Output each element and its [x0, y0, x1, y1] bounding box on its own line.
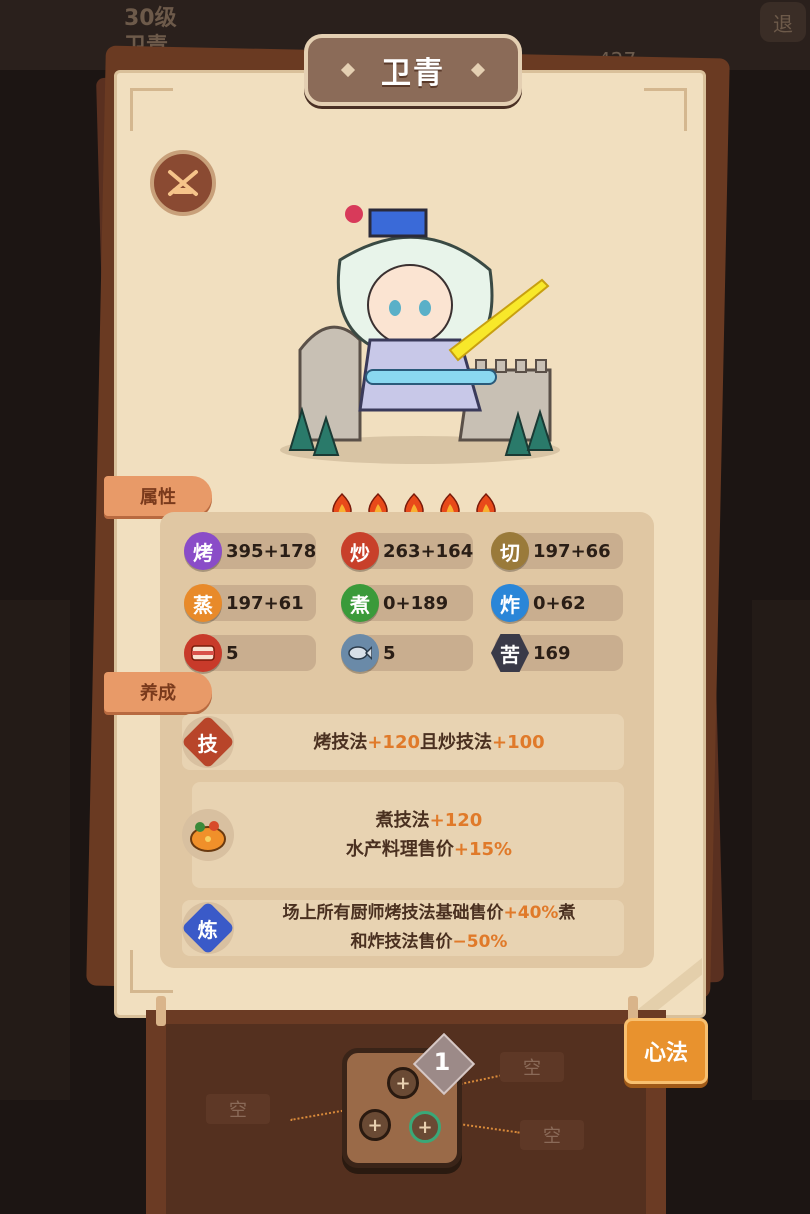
- skill-row: 技 烤技法+120且炒技法+100: [181, 714, 624, 770]
- fish-icon-shape: [348, 645, 372, 661]
- refine-icon: 炼: [181, 901, 235, 955]
- plaque-ornament: [470, 62, 486, 78]
- skill-icon: 技: [181, 715, 235, 769]
- plus-icon[interactable]: +: [387, 1067, 419, 1099]
- stat-value: 0+189: [383, 592, 449, 614]
- stat-value: 0+62: [533, 592, 586, 614]
- item-row: 煮技法+120 水产料理售价+15%: [182, 782, 624, 888]
- item-description: 煮技法+120 水产料理售价+15%: [345, 810, 513, 860]
- page-pin: [156, 996, 166, 1026]
- tab-development: 养成: [104, 672, 212, 712]
- stat-fry: 炸 0+62: [491, 584, 623, 622]
- empty-slot[interactable]: 空: [206, 1094, 270, 1124]
- tab-attributes: 属性: [104, 476, 212, 516]
- stat-value: 5: [226, 642, 239, 664]
- empty-slot[interactable]: 空: [520, 1120, 584, 1150]
- stat-value: 5: [383, 642, 396, 664]
- stat-cut: 切 197+66: [491, 532, 623, 570]
- stat-boil: 煮 0+189: [341, 584, 473, 622]
- stirfry-icon: 炒: [341, 532, 379, 570]
- stat-bitter: 苦 169: [491, 634, 623, 672]
- meat-icon: [184, 634, 222, 672]
- stat-value: 169: [533, 642, 571, 664]
- roast-icon: 烤: [184, 532, 222, 570]
- skill-description: 烤技法+120且炒技法+100: [313, 731, 545, 753]
- plus-icon[interactable]: +: [359, 1109, 391, 1141]
- background-left-panel: [0, 600, 70, 1100]
- meat-icon-shape: [191, 645, 215, 661]
- background-exit-button: 退: [760, 2, 806, 42]
- crossed-swords-icon: [168, 170, 198, 196]
- chef-name: 卫青: [381, 56, 445, 91]
- chef-class-icon[interactable]: [150, 150, 216, 216]
- stat-value: 197+66: [533, 540, 611, 562]
- stat-steam: 蒸 197+61: [184, 584, 316, 622]
- stat-roast: 烤 395+178: [184, 532, 317, 570]
- stat-value: 263+164: [383, 540, 474, 562]
- stat-fish: 5: [341, 634, 473, 672]
- title-plaque: 卫青: [304, 34, 522, 106]
- background-right-panel: [752, 600, 810, 1100]
- stat-value: 395+178: [226, 540, 317, 562]
- slot-number: 1: [433, 1048, 451, 1076]
- empty-slot[interactable]: 空: [500, 1052, 564, 1082]
- boil-icon: 煮: [341, 584, 379, 622]
- bitter-icon: 苦: [491, 634, 529, 672]
- fish-icon: [341, 634, 379, 672]
- plaque-ornament: [340, 62, 356, 78]
- heart-method-button[interactable]: 心法: [624, 1018, 708, 1084]
- character-portrait: [280, 205, 560, 464]
- corner-ornament: [644, 88, 687, 131]
- fry-icon: 炸: [491, 584, 529, 622]
- skill-badge: 技: [181, 715, 235, 769]
- stat-value: 197+61: [226, 592, 304, 614]
- stat-meat: 5: [184, 634, 316, 672]
- item-badge: [182, 809, 234, 861]
- corner-ornament: [130, 88, 173, 131]
- cut-icon: 切: [491, 532, 529, 570]
- steam-icon: 蒸: [184, 584, 222, 622]
- stat-stirfry: 炒 263+164: [341, 532, 474, 570]
- refine-description: 场上所有厨师烤技法基础售价+40%煮 和炸技法售价−50%: [282, 903, 576, 952]
- refine-badge: 炼: [181, 901, 235, 955]
- bun-icon: [190, 821, 226, 852]
- refine-row: 炼 场上所有厨师烤技法基础售价+40%煮 和炸技法售价−50%: [181, 900, 624, 956]
- plus-icon[interactable]: +: [409, 1111, 441, 1143]
